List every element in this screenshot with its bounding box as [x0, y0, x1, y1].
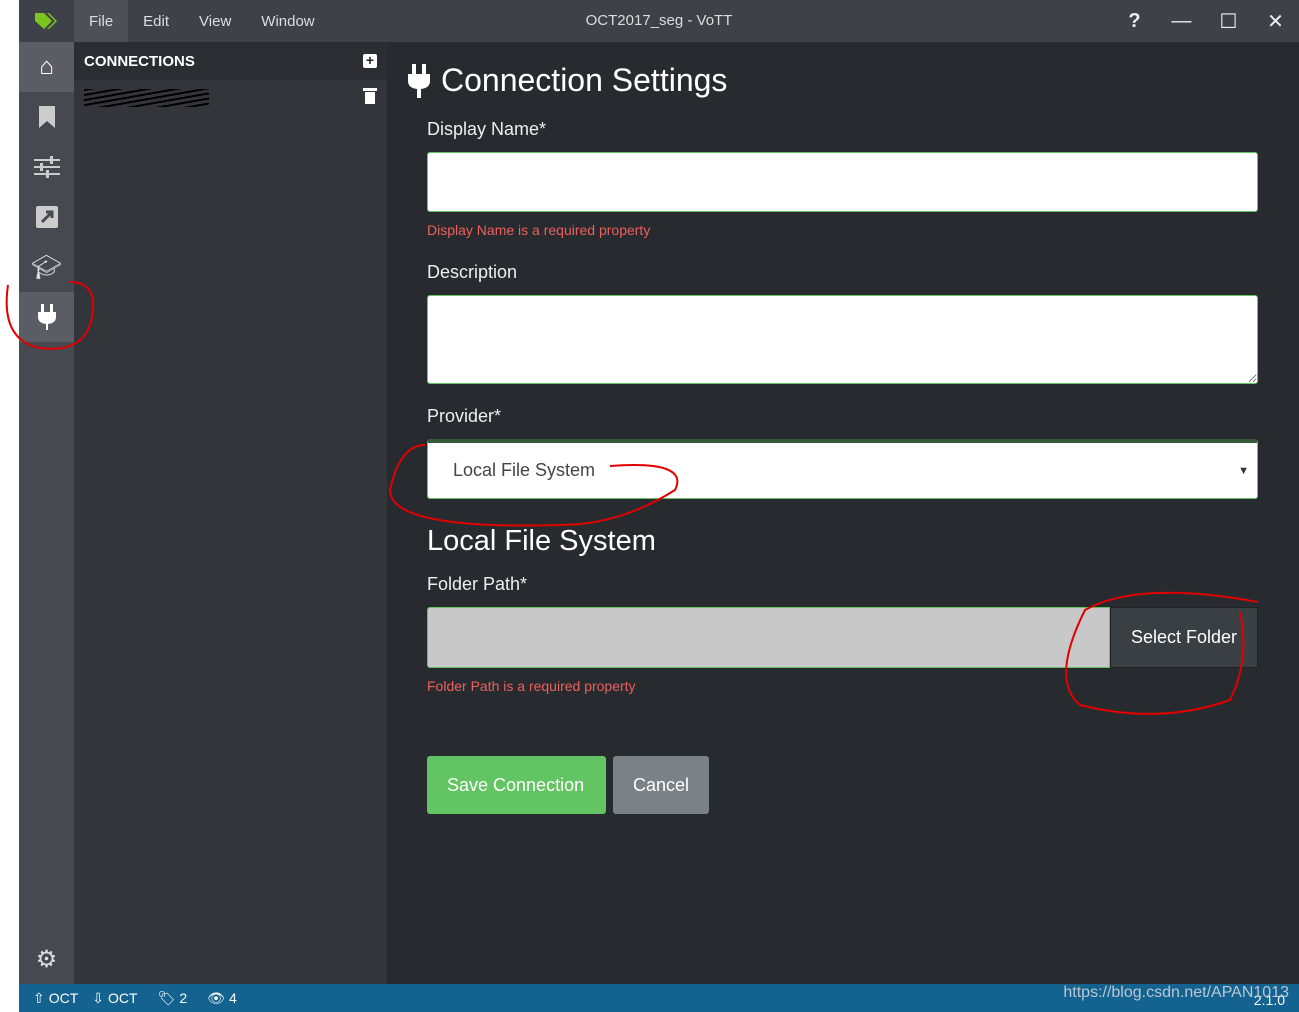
icon-sidebar: ⌂ 🎓︎ ⚙ [19, 42, 74, 984]
menu-window[interactable]: Window [246, 0, 329, 42]
tag-count: 2 [179, 990, 188, 1006]
menu-edit[interactable]: Edit [128, 0, 184, 42]
connection-name-redacted [84, 89, 209, 107]
upload-icon: ⇧ [33, 989, 45, 1006]
sliders-icon[interactable] [19, 142, 74, 192]
help-button[interactable]: ? [1111, 0, 1158, 42]
display-name-input[interactable] [427, 152, 1258, 212]
close-button[interactable]: ✕ [1252, 0, 1299, 42]
eye-icon: 👁︎ [207, 989, 225, 1006]
bookmark-icon[interactable] [19, 92, 74, 142]
display-name-label: Display Name* [427, 119, 547, 139]
connections-header: CONNECTIONS [84, 52, 195, 70]
source-connection: OCT [48, 990, 79, 1006]
tag-icon: 🏷︎ [157, 989, 176, 1006]
plug-icon [408, 63, 430, 98]
folder-path-input[interactable] [427, 607, 1110, 668]
titlebar: File Edit View Window OCT2017_seg - VoTT… [19, 0, 1299, 42]
vott-logo-icon [19, 0, 74, 42]
download-icon: ⇩ [92, 989, 105, 1006]
page-title: Connection Settings [441, 62, 728, 98]
delete-connection-icon[interactable] [363, 87, 377, 110]
menu-file[interactable]: File [74, 0, 129, 42]
plug-icon[interactable] [19, 292, 74, 342]
add-connection-button[interactable]: + [363, 53, 377, 68]
save-connection-button[interactable]: Save Connection [427, 756, 606, 814]
description-textarea[interactable] [427, 295, 1258, 384]
connection-settings-form: Connection Settings Display Name* Displa… [387, 42, 1299, 984]
graduation-cap-icon[interactable]: 🎓︎ [19, 242, 74, 292]
folder-path-label: Folder Path* [427, 574, 528, 594]
home-icon[interactable]: ⌂ [19, 42, 74, 92]
vott-window: File Edit View Window OCT2017_seg - VoTT… [19, 0, 1299, 1012]
connection-list-item[interactable] [74, 80, 387, 116]
folder-path-error: Folder Path is a required property [427, 678, 636, 694]
cancel-button[interactable]: Cancel [613, 756, 709, 814]
description-label: Description [427, 262, 518, 282]
target-connection: OCT [108, 990, 138, 1006]
status-bar: ⇧ OCT ⇩ OCT 🏷︎ 2 👁︎ 4 2.1.0 https://blog.csd… [19, 984, 1299, 1012]
provider-value: Local File System [453, 460, 596, 480]
export-icon[interactable] [19, 192, 74, 242]
menu-view[interactable]: View [184, 0, 246, 42]
dropdown-arrow-icon: ▼ [1238, 464, 1249, 477]
gear-icon[interactable]: ⚙ [19, 934, 74, 984]
connections-panel: CONNECTIONS + [74, 42, 387, 984]
display-name-error: Display Name is a required property [427, 222, 651, 238]
visited-count: 4 [228, 990, 237, 1006]
provider-section-title: Local File System [427, 525, 656, 557]
provider-label: Provider* [427, 406, 502, 426]
watermark: https://blog.csdn.net/APAN1013 [1063, 984, 1289, 1001]
select-folder-button[interactable]: Select Folder [1110, 607, 1258, 668]
minimize-button[interactable]: — [1158, 0, 1205, 42]
provider-select[interactable]: Local File System ▼ [427, 439, 1258, 499]
maximize-button[interactable]: ☐ [1205, 0, 1252, 42]
